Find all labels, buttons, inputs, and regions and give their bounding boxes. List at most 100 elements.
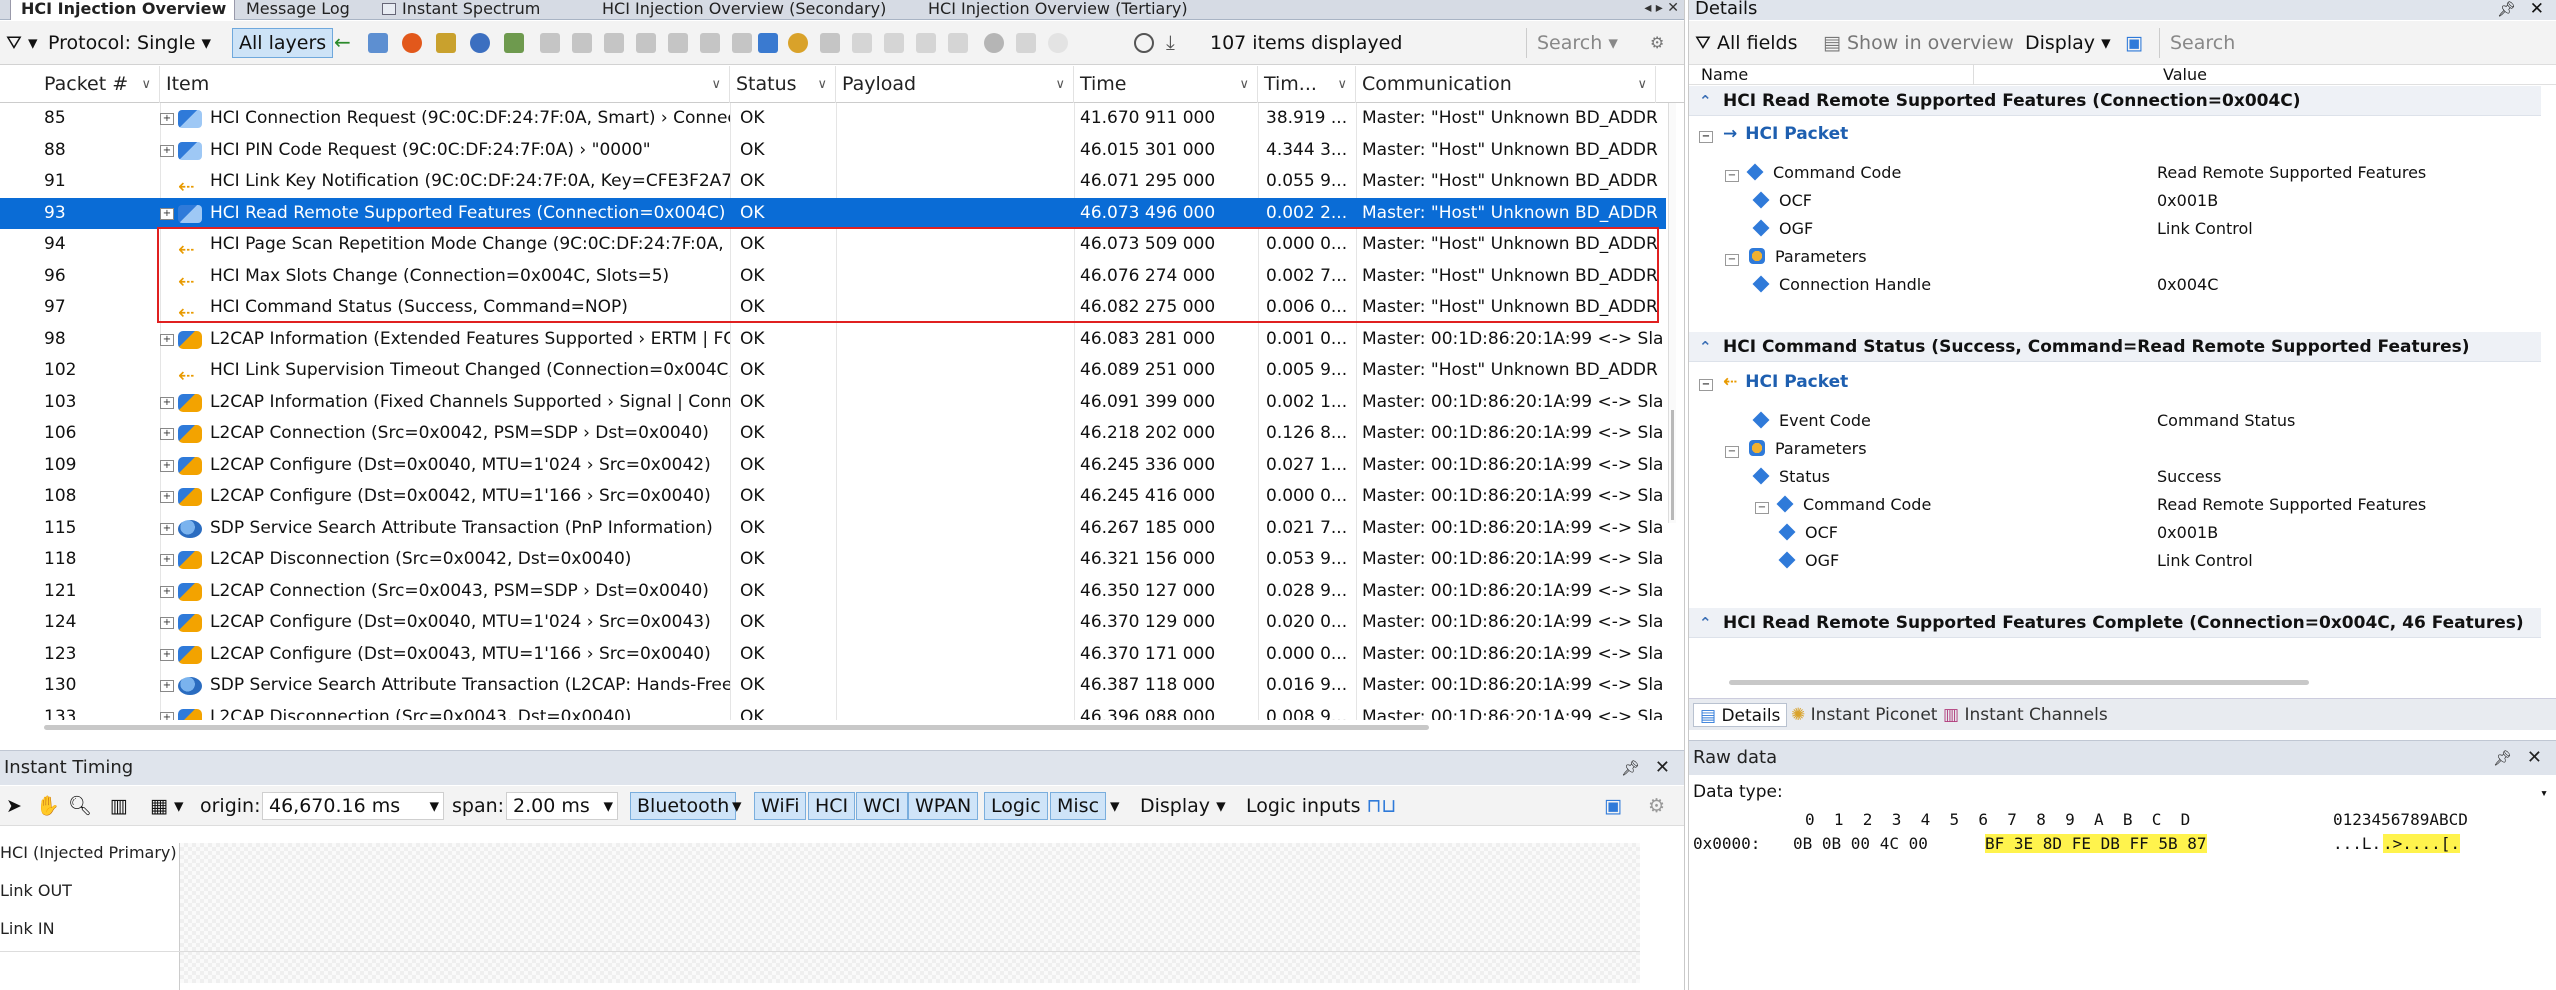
table-row[interactable]: 108 + L2CAP Configure (Dst=0x0042, MTU=1'1… bbox=[0, 481, 1666, 513]
logic-inputs-button[interactable]: Logic inputs ⊓⊔ bbox=[1246, 792, 1396, 820]
table-row[interactable]: 88 + HCI PIN Code Request (9C:0C:DF:24:7F:… bbox=[0, 135, 1666, 167]
table-row[interactable]: 130 + SDP Service Search Attribute Transac… bbox=[0, 670, 1666, 702]
table-row[interactable]: 106 + L2CAP Connection (Src=0x0042, PSM=SD… bbox=[0, 418, 1666, 450]
section-header[interactable]: ⌃ HCI Read Remote Supported Features Comp… bbox=[1689, 608, 2541, 638]
tree-node[interactable]: Connection Handle bbox=[1752, 271, 1931, 299]
tree-node[interactable]: − Command Code bbox=[1725, 159, 1901, 187]
pointer-tool-icon[interactable]: ➤ bbox=[6, 792, 22, 820]
layer-icon-10[interactable] bbox=[820, 33, 840, 53]
tree-node[interactable]: − Command Code bbox=[1755, 491, 1931, 519]
expand-icon[interactable]: + bbox=[160, 207, 174, 220]
link-layer-icon[interactable] bbox=[504, 33, 524, 53]
table-row[interactable]: 115 + SDP Service Search Attribute Transac… bbox=[0, 513, 1666, 545]
key-icon[interactable] bbox=[436, 33, 456, 53]
horizontal-scrollbar[interactable] bbox=[1729, 680, 2309, 685]
layer-icon-12[interactable] bbox=[884, 33, 904, 53]
layer-icon-14[interactable] bbox=[948, 33, 968, 53]
tab-overview-tertiary[interactable]: HCI Injection Overview (Tertiary) bbox=[918, 0, 1198, 20]
options-icon[interactable]: ⚙ bbox=[1648, 792, 1665, 820]
search-input[interactable]: Search ▾ bbox=[1526, 28, 1636, 58]
export-icon[interactable]: ▣ bbox=[2125, 28, 2143, 58]
table-row[interactable]: 109 + L2CAP Configure (Dst=0x0040, MTU=1'0… bbox=[0, 450, 1666, 482]
expand-icon[interactable]: + bbox=[160, 522, 174, 535]
tree-node[interactable]: − ⇠ HCI Packet bbox=[1699, 368, 1848, 396]
table-row[interactable]: 133 + L2CAP Disconnection (Src=0x0043, Dst… bbox=[0, 702, 1666, 720]
settings-icon[interactable]: ⚙ bbox=[1650, 33, 1670, 53]
col-payload[interactable]: Payload ∨ bbox=[836, 66, 1074, 103]
layer-icon-7[interactable] bbox=[732, 33, 752, 53]
tree-node[interactable]: OCF bbox=[1752, 187, 1812, 215]
protocol-bluetooth-toggle[interactable]: Bluetooth bbox=[630, 792, 737, 820]
tree-node[interactable]: − Parameters bbox=[1725, 435, 1867, 463]
details-search-input[interactable]: Search bbox=[2159, 28, 2409, 58]
ascii-bytes[interactable]: ...L. bbox=[2333, 834, 2381, 853]
protocol-wpan-toggle[interactable]: WPAN bbox=[908, 792, 979, 820]
chevron-down-icon[interactable]: ▾ bbox=[2540, 786, 2548, 801]
protocol-hci-toggle[interactable]: HCI bbox=[808, 792, 856, 820]
col-value[interactable]: Value bbox=[2163, 65, 2207, 84]
download-icon[interactable]: ⤓ bbox=[1166, 32, 1186, 53]
layout-options-icon[interactable]: ▦ ▾ bbox=[150, 792, 184, 820]
expand-icon[interactable]: + bbox=[160, 617, 174, 629]
layer-icon-1[interactable] bbox=[540, 33, 560, 53]
tree-node[interactable]: OCF bbox=[1778, 519, 1838, 547]
layer-icon-6[interactable] bbox=[700, 33, 720, 53]
expand-icon[interactable]: + bbox=[160, 585, 174, 598]
tab-hci-injection-overview[interactable]: HCI Injection Overview bbox=[10, 0, 235, 20]
table-row[interactable]: 118 + L2CAP Disconnection (Src=0x0042, Dst… bbox=[0, 544, 1666, 576]
layer-icon-9[interactable] bbox=[788, 33, 808, 53]
protocol-misc-toggle[interactable]: Misc bbox=[1050, 792, 1107, 820]
layer-icon-3[interactable] bbox=[604, 33, 624, 53]
pin-icon[interactable]: 📌︎ bbox=[1621, 751, 1640, 785]
protocol-dropdown[interactable]: Protocol: Single ▾ bbox=[48, 28, 211, 58]
expand-icon[interactable]: + bbox=[160, 396, 174, 409]
tree-node[interactable]: Status bbox=[1752, 463, 1830, 491]
tree-node[interactable]: − → HCI Packet bbox=[1699, 120, 1848, 148]
expand-icon[interactable]: + bbox=[160, 680, 174, 692]
vertical-scrollbar-thumb[interactable] bbox=[1671, 410, 1674, 520]
hex-bytes[interactable]: 0B 0B 00 4C 00 bbox=[1793, 834, 1928, 853]
ascii-bytes-highlighted[interactable]: .>....[. bbox=[2383, 834, 2461, 853]
table-row[interactable]: 102 HCI Link Supervision Timeout Changed … bbox=[0, 355, 1666, 387]
display-dropdown[interactable]: Display ▾ bbox=[1140, 792, 1226, 820]
origin-input[interactable]: 46,670.16 ms ▾ bbox=[262, 792, 444, 820]
display-dropdown[interactable]: Display ▾ bbox=[2025, 28, 2111, 58]
col-status[interactable]: Status ∨ bbox=[730, 66, 836, 103]
tab-instant-channels[interactable]: ▥ Instant Channels bbox=[1937, 703, 2114, 727]
expand-icon[interactable]: + bbox=[160, 648, 174, 661]
table-row[interactable]: 103 + L2CAP Information (Fixed Channels Su… bbox=[0, 387, 1666, 419]
layer-icon-13[interactable] bbox=[916, 33, 936, 53]
protocol-logic-toggle[interactable]: Logic bbox=[984, 792, 1048, 820]
expand-icon[interactable]: + bbox=[160, 554, 174, 566]
hand-tool-icon[interactable]: ✋ bbox=[36, 792, 60, 820]
back-arrow-icon[interactable]: ← bbox=[334, 32, 354, 53]
close-icon[interactable]: ✕ bbox=[1655, 751, 1670, 785]
expand-icon[interactable]: + bbox=[160, 428, 174, 440]
table-row[interactable]: 91 HCI Link Key Notification (9C:0C:DF:24… bbox=[0, 166, 1666, 198]
filter-icon[interactable]: ⛛ ▾ bbox=[6, 28, 38, 58]
col-communication[interactable]: Communication ∨ bbox=[1356, 66, 1656, 103]
tab-overview-secondary[interactable]: HCI Injection Overview (Secondary) bbox=[592, 0, 892, 20]
horizontal-scrollbar[interactable] bbox=[44, 725, 1429, 730]
show-in-overview-button[interactable]: ▤ Show in overview bbox=[1823, 28, 2014, 58]
expand-icon[interactable]: + bbox=[160, 711, 174, 720]
tree-node[interactable]: OGF bbox=[1778, 547, 1839, 575]
tab-instant-spectrum[interactable]: Instant Spectrum bbox=[372, 0, 577, 20]
expand-icon[interactable]: + bbox=[160, 491, 174, 503]
protocol-wci-toggle[interactable]: WCI bbox=[856, 792, 908, 820]
col-time-delta[interactable]: Tim... ∨ bbox=[1258, 66, 1356, 103]
layer-icon-4[interactable] bbox=[636, 33, 656, 53]
tab-instant-piconet[interactable]: ✺ Instant Piconet bbox=[1785, 703, 1943, 727]
expand-icon[interactable]: + bbox=[160, 113, 174, 125]
layer-icon-8[interactable] bbox=[758, 33, 778, 53]
tab-scroll-arrows-icon[interactable]: ◂ ▸ ✕ bbox=[1644, 0, 1679, 16]
expand-icon[interactable]: + bbox=[160, 459, 174, 472]
table-row[interactable]: 97 HCI Command Status (Success, Command=N… bbox=[0, 292, 1666, 324]
pin-icon[interactable]: 📌︎ bbox=[2493, 741, 2512, 775]
tree-node[interactable]: − Parameters bbox=[1725, 243, 1867, 271]
expand-icon[interactable]: + bbox=[160, 144, 174, 157]
col-packet-number[interactable]: Packet # ∨ bbox=[38, 66, 160, 103]
export-icon[interactable]: ▣ bbox=[1604, 792, 1622, 820]
span-input[interactable]: 2.00 ms ▾ bbox=[506, 792, 618, 820]
chevron-down-icon[interactable]: ▾ bbox=[1110, 792, 1120, 820]
